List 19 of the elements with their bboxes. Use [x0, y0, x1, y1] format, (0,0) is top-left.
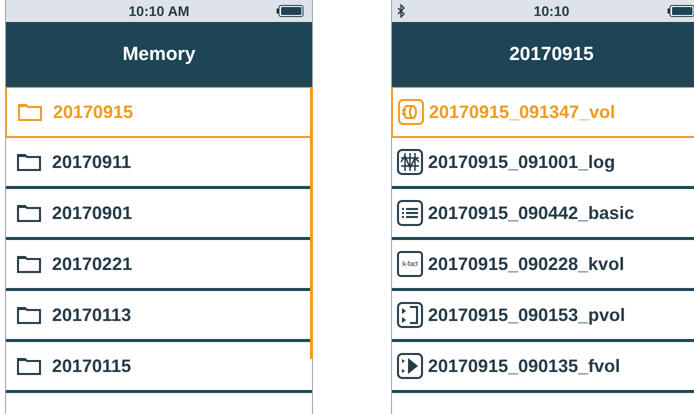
grid-icon [397, 149, 423, 175]
folder-icon [17, 255, 41, 273]
bluetooth-icon [396, 4, 406, 18]
scrollbar-thumb[interactable] [310, 87, 313, 359]
folder-icon [18, 103, 42, 121]
bracket-icon [397, 302, 423, 328]
cylinder-icon [398, 99, 424, 125]
folder-icon [17, 306, 41, 324]
list-icon [397, 200, 423, 226]
screen-title: 20170915 [509, 44, 594, 66]
status-time: 10:10 AM [128, 3, 190, 19]
folder-icon [17, 153, 41, 171]
folder-icon [17, 204, 41, 222]
battery-icon [276, 5, 304, 17]
status-time: 10:10 [534, 3, 570, 19]
play-icon [397, 353, 423, 379]
folder-icon [17, 357, 41, 375]
screen-title: Memory [122, 44, 196, 66]
battery-icon [667, 5, 694, 17]
